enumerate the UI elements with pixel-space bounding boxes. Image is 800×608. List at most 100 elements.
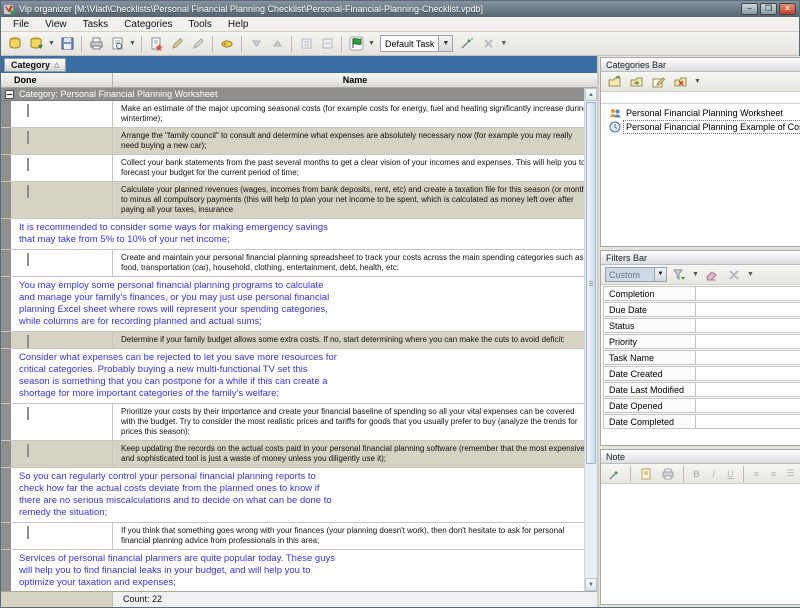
highlight-flag-button[interactable]	[346, 34, 366, 54]
insert-note-button[interactable]	[636, 464, 656, 484]
move-up-button[interactable]	[267, 34, 287, 54]
category-item[interactable]: ·Personal Financial Planning Example of …	[601, 120, 800, 134]
group-by-category-button[interactable]: Category △	[4, 58, 66, 72]
filter-value-input[interactable]	[695, 334, 800, 349]
filter-label: Date Created	[603, 366, 695, 381]
task-row[interactable]: Determine if your family budget allows s…	[1, 332, 597, 349]
remove-filter-button[interactable]	[724, 265, 744, 285]
column-header-done[interactable]: Done	[1, 73, 113, 87]
close-button[interactable]: ✕	[779, 3, 796, 15]
task-row[interactable]: Prioritize your costs by their importanc…	[1, 404, 597, 441]
new-checklist-button[interactable]	[5, 34, 25, 54]
note-row[interactable]: Consider what expenses can be rejected t…	[1, 349, 597, 404]
done-checkbox[interactable]	[27, 158, 29, 171]
delete-category-button[interactable]	[671, 72, 691, 92]
menu-item-view[interactable]: View	[37, 18, 75, 31]
new-subcategory-button[interactable]	[627, 72, 647, 92]
note-row[interactable]: You may employ some personal financial p…	[1, 277, 597, 332]
filter-value-input[interactable]	[695, 414, 800, 429]
minimize-button[interactable]: –	[741, 3, 758, 15]
underline-button[interactable]: U	[723, 469, 738, 479]
add-task-button[interactable]	[146, 34, 166, 54]
toolbar-overflow-caret[interactable]: ▼	[499, 34, 508, 54]
scroll-up-icon[interactable]: ▲	[585, 88, 597, 101]
task-row[interactable]: Collect your bank statements from the pa…	[1, 155, 597, 182]
note-text: You may employ some personal financial p…	[11, 277, 346, 331]
filter-value-input[interactable]	[695, 302, 800, 317]
collapse-all-button[interactable]	[317, 34, 337, 54]
done-checkbox[interactable]	[27, 444, 29, 457]
flag-dropdown-caret[interactable]: ▼	[367, 34, 376, 54]
print-preview-button[interactable]	[107, 34, 127, 54]
filter-value-input[interactable]	[695, 318, 800, 333]
edit-category-button[interactable]	[649, 72, 669, 92]
filter-value-input[interactable]	[695, 398, 800, 413]
done-checkbox[interactable]	[27, 185, 29, 198]
scroll-down-icon[interactable]: ▼	[585, 578, 597, 591]
apply-filter-button[interactable]	[669, 265, 689, 285]
expand-all-button[interactable]	[296, 34, 316, 54]
edit-task-button[interactable]	[167, 34, 187, 54]
task-row[interactable]: Create and maintain your personal financ…	[1, 250, 597, 277]
note-row[interactable]: Services of personal financial planners …	[1, 550, 597, 591]
task-row[interactable]: Arrange the "family council" to consult …	[1, 128, 597, 155]
align-right-icon[interactable]: ≡	[766, 469, 781, 479]
scrollbar-thumb[interactable]	[586, 102, 596, 464]
new-category-button[interactable]	[605, 72, 625, 92]
delete-task-button[interactable]	[188, 34, 208, 54]
note-editor[interactable]	[601, 484, 800, 604]
print-dropdown-caret[interactable]: ▼	[128, 34, 137, 54]
done-checkbox[interactable]	[27, 253, 29, 266]
filter-preset-combo[interactable]: Custom ▼	[605, 267, 667, 282]
done-checkbox[interactable]	[27, 131, 29, 144]
open-checklist-button[interactable]	[26, 34, 46, 54]
filter-dropdown-caret[interactable]: ▼	[691, 265, 700, 285]
move-down-button[interactable]	[246, 34, 266, 54]
column-header-name[interactable]: Name	[113, 73, 597, 87]
task-row[interactable]: If you think that something goes wrong w…	[1, 523, 597, 550]
categories-name-column[interactable]	[601, 92, 800, 103]
note-row[interactable]: It is recommended to consider some ways …	[1, 219, 597, 250]
task-row[interactable]: Make an estimate of the major upcoming s…	[1, 101, 597, 128]
category-item[interactable]: ·Personal Financial Planning Worksheet99	[601, 106, 800, 120]
menu-item-categories[interactable]: Categories	[116, 18, 180, 31]
note-row[interactable]: So you can regularly control your person…	[1, 468, 597, 523]
print-note-button[interactable]	[658, 464, 678, 484]
open-dropdown-caret[interactable]: ▼	[47, 34, 56, 54]
menu-item-file[interactable]: File	[5, 18, 37, 31]
task-row[interactable]: Keep updating the records on the actual …	[1, 441, 597, 468]
combo-dropdown-icon[interactable]: ▼	[438, 36, 452, 51]
menu-item-help[interactable]: Help	[220, 18, 257, 31]
bold-button[interactable]: B	[689, 469, 704, 479]
filters-toolbar-caret[interactable]: ▼	[746, 265, 755, 285]
save-button[interactable]	[57, 34, 77, 54]
collapse-icon[interactable]	[5, 90, 14, 99]
align-left-icon[interactable]: ≡	[749, 469, 764, 479]
categories-toolbar-caret[interactable]: ▼	[693, 72, 702, 92]
task-type-combo[interactable]: Default Task ▼	[380, 35, 453, 52]
filter-value-input[interactable]	[695, 382, 800, 397]
filter-value-input[interactable]	[695, 366, 800, 381]
done-checkbox[interactable]	[27, 407, 29, 420]
complete-task-button[interactable]	[217, 34, 237, 54]
done-checkbox[interactable]	[27, 335, 29, 348]
print-button[interactable]	[86, 34, 106, 54]
filter-value-input[interactable]	[695, 286, 800, 301]
done-checkbox[interactable]	[27, 104, 29, 117]
vertical-scrollbar[interactable]: ▲ ▼	[584, 88, 597, 591]
group-header-row[interactable]: Category: Personal Financial Planning Wo…	[1, 88, 597, 101]
done-checkbox[interactable]	[27, 526, 29, 539]
task-row[interactable]: Calculate your planned revenues (wages, …	[1, 182, 597, 219]
combo-dropdown-icon[interactable]: ▼	[654, 268, 666, 281]
assign-type-button[interactable]	[457, 34, 477, 54]
clear-filter-button[interactable]	[702, 265, 722, 285]
edit-note-button[interactable]	[605, 464, 625, 484]
menu-item-tasks[interactable]: Tasks	[75, 18, 117, 31]
note-text: So you can regularly control your person…	[11, 468, 346, 522]
clear-type-button[interactable]	[478, 34, 498, 54]
bullet-list-icon[interactable]: ☰	[783, 468, 798, 479]
maximize-button[interactable]: ❐	[760, 3, 777, 15]
italic-button[interactable]: I	[706, 469, 721, 479]
menu-item-tools[interactable]: Tools	[181, 18, 220, 31]
filter-value-input[interactable]	[695, 350, 800, 365]
